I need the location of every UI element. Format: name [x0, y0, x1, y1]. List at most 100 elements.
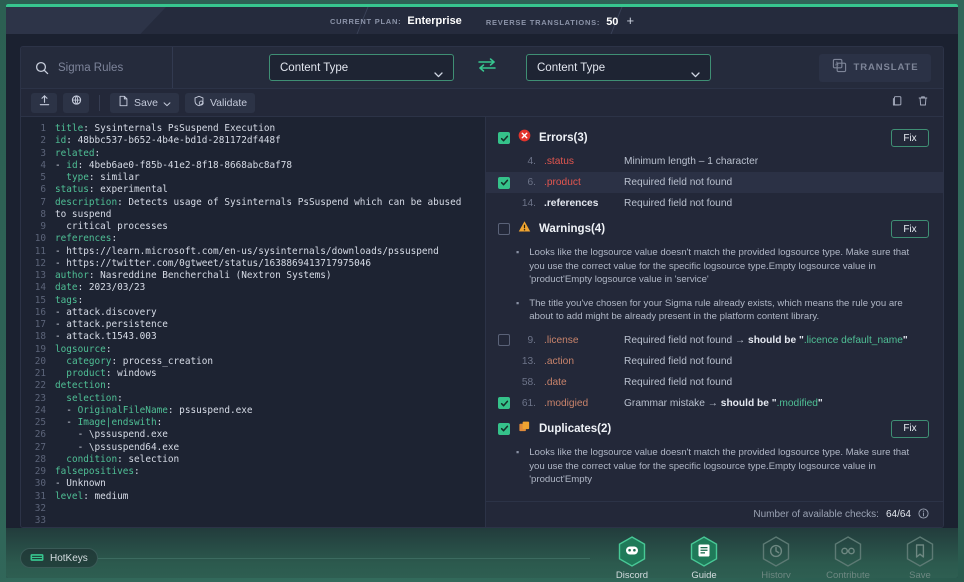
- code-editor[interactable]: 1title: Sysinternals PsSuspend Execution…: [21, 117, 486, 527]
- code-lines-container: 1title: Sysinternals PsSuspend Execution…: [21, 123, 485, 527]
- errors-checkbox[interactable]: [498, 132, 510, 144]
- validate-button[interactable]: Validate: [185, 93, 255, 113]
- swap-direction-button[interactable]: [474, 57, 500, 78]
- code-line: 30- Unknown: [21, 478, 485, 490]
- warnings-fix-label: Fix: [903, 224, 916, 235]
- bottom-dock: Discord Guide History Contribute Save: [608, 536, 944, 578]
- upload-button[interactable]: [31, 93, 57, 113]
- source-content-type-select[interactable]: Content Type: [269, 54, 454, 81]
- code-line: 22detection:: [21, 380, 485, 392]
- warning-note-text: Looks like the logsource value doesn't m…: [529, 246, 917, 287]
- import-from-repo-button[interactable]: [63, 93, 89, 113]
- line-number: 25: [21, 417, 55, 429]
- add-reverse-translations-button[interactable]: +: [626, 14, 634, 27]
- save-button[interactable]: Save: [110, 93, 179, 113]
- warning-row[interactable]: 58..dateRequired field not found: [486, 372, 943, 393]
- translate-button[interactable]: A TRANSLATE: [819, 54, 931, 82]
- code-line-content: category: process_creation: [55, 356, 213, 368]
- duplicates-header[interactable]: Duplicates(2) Fix: [486, 416, 943, 442]
- duplicates-notes: ▪Looks like the logsource value doesn't …: [486, 442, 943, 493]
- search-container[interactable]: [21, 47, 173, 88]
- code-line-content: - id: 4beb6ae0-f85b-41e2-8f18-8668abc8af…: [55, 160, 292, 172]
- line-number: 1: [21, 123, 55, 135]
- delete-button[interactable]: [913, 93, 933, 113]
- warning-note-text: The title you've chosen for your Sigma r…: [529, 297, 917, 324]
- duplicates-checkbox[interactable]: [498, 423, 510, 435]
- code-line-content: description: Detects usage of Sysinterna…: [55, 197, 461, 209]
- dock-item-label: Contribute: [826, 570, 870, 578]
- warning-row[interactable]: 9..licenseRequired field not found → sho…: [486, 330, 943, 351]
- validate-button-label: Validate: [210, 97, 247, 109]
- current-plan-label: CURRENT PLAN:: [330, 17, 401, 26]
- code-line: 6status: experimental: [21, 184, 485, 196]
- warning-row-checkbox[interactable]: [498, 397, 510, 409]
- duplicates-fix-button[interactable]: Fix: [891, 420, 929, 438]
- errors-rows: 4..statusMinimum length – 1 character6..…: [486, 151, 943, 214]
- warning-row-checkbox[interactable]: [498, 334, 510, 346]
- dock-item-contribute[interactable]: Contribute: [824, 536, 872, 578]
- duplicates-title: Duplicates(2): [539, 423, 611, 435]
- warning-row-message: Grammar mistake → should be ".modified": [624, 398, 823, 409]
- file-save-icon: [118, 94, 129, 112]
- translate-icon: A: [832, 58, 847, 78]
- error-row[interactable]: 14..referencesRequired field not found: [486, 193, 943, 214]
- warnings-notes: ▪Looks like the logsource value doesn't …: [486, 242, 943, 330]
- warning-row[interactable]: 13..actionRequired field not found: [486, 351, 943, 372]
- dock-item-discord[interactable]: Discord: [608, 536, 656, 578]
- line-number: 11: [21, 246, 55, 258]
- line-number: 28: [21, 454, 55, 466]
- dock-item-label: Guide: [691, 570, 716, 578]
- warnings-checkbox[interactable]: [498, 223, 510, 235]
- line-number: 18: [21, 331, 55, 343]
- info-icon[interactable]: [918, 506, 929, 524]
- line-number: 22: [21, 380, 55, 392]
- target-content-type-select[interactable]: Content Type: [526, 54, 711, 81]
- line-number: 13: [21, 270, 55, 282]
- error-row[interactable]: 6..productRequired field not found: [486, 172, 943, 193]
- code-line-content: selection:: [55, 393, 123, 405]
- warning-row[interactable]: 61..modigiedGrammar mistake → should be …: [486, 393, 943, 414]
- warning-note: ▪Looks like the logsource value doesn't …: [486, 242, 943, 293]
- save-button-label: Save: [134, 97, 158, 109]
- error-row-checkbox[interactable]: [498, 177, 510, 189]
- code-line: 32: [21, 503, 485, 515]
- code-line: 14date: 2023/03/23: [21, 282, 485, 294]
- errors-fix-button[interactable]: Fix: [891, 129, 929, 147]
- svg-text:A: A: [835, 61, 839, 67]
- line-number: 31: [21, 491, 55, 503]
- error-row-line-number: 14.: [518, 198, 544, 209]
- error-row-line-number: 4.: [518, 156, 544, 167]
- chevron-down-icon: [434, 65, 443, 71]
- warnings-fix-button[interactable]: Fix: [891, 220, 929, 238]
- hotkeys-button[interactable]: HotKeys: [20, 548, 98, 568]
- error-row[interactable]: 4..statusMinimum length – 1 character: [486, 151, 943, 172]
- line-number: 17: [21, 319, 55, 331]
- editor-scrollbar[interactable]: [479, 121, 483, 523]
- line-number: 16: [21, 307, 55, 319]
- code-line: 5 type: similar: [21, 172, 485, 184]
- copy-button[interactable]: [887, 93, 907, 113]
- code-line: 12- https://twitter.com/0gtweet/status/1…: [21, 258, 485, 270]
- target-content-type-value: Content Type: [537, 62, 605, 74]
- code-line: 24 - OriginalFileName: pssuspend.exe: [21, 405, 485, 417]
- dock-item-save[interactable]: Save: [896, 536, 944, 578]
- line-number: 12: [21, 258, 55, 270]
- dock-item-history[interactable]: History: [752, 536, 800, 578]
- search-input[interactable]: [58, 62, 172, 74]
- code-line-content: - Unknown: [55, 478, 106, 490]
- warnings-header[interactable]: Warnings(4) Fix: [486, 216, 943, 242]
- toolbar-primary: Content Type: [21, 47, 943, 89]
- warnings-rows: 9..licenseRequired field not found → sho…: [486, 330, 943, 414]
- line-number: 33: [21, 515, 55, 527]
- dock-item-guide[interactable]: Guide: [680, 536, 728, 578]
- workspace: Content Type: [6, 34, 958, 528]
- current-plan-group: CURRENT PLAN: Enterprise: [330, 15, 462, 27]
- line-number: 2: [21, 135, 55, 147]
- errors-header[interactable]: Errors(3) Fix: [486, 125, 943, 151]
- code-line-content: - attack.discovery: [55, 307, 157, 319]
- code-line-content: type: similar: [55, 172, 140, 184]
- history-icon: [762, 536, 790, 567]
- code-line: 27 - \pssuspend64.exe: [21, 442, 485, 454]
- line-number: 14: [21, 282, 55, 294]
- validation-scroll-area[interactable]: Errors(3) Fix 4..statusMinimum length – …: [486, 117, 943, 501]
